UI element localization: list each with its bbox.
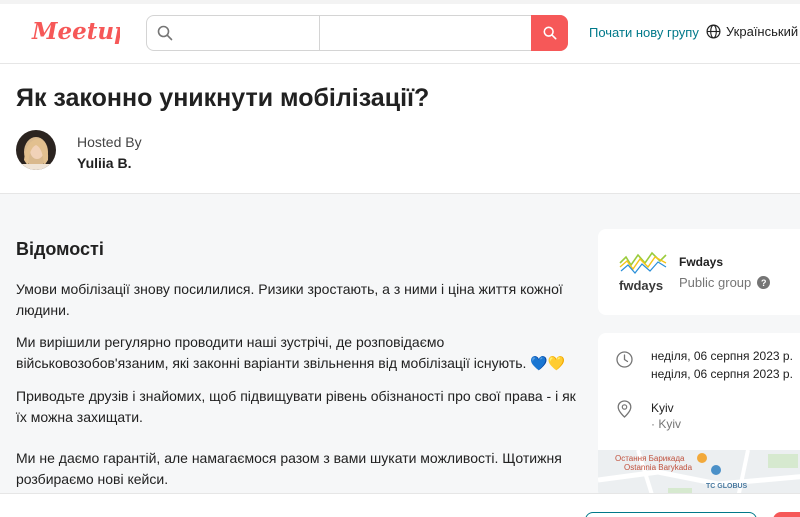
details-paragraph: Приводьте друзів і знайомих, щоб підвищу… [16,388,576,425]
host-photo [16,130,56,170]
start-new-group-link[interactable]: Почати нову групу [589,25,699,40]
map-label: Ostannia Barykada [624,463,693,472]
clock-icon [616,351,633,368]
search-icon [543,26,556,40]
top-navigation: Meetup Почати нову групу Український [0,0,800,64]
group-type: Public group ? [679,275,771,290]
host-avatar[interactable] [16,130,56,170]
meetup-logo[interactable]: Meetup [30,14,120,50]
language-label: Український [726,24,799,39]
host-name[interactable]: Yuliia B. [77,155,131,171]
event-info-card: неділя, 06 серпня 2023 р. неділя, 06 сер… [598,333,800,498]
group-type-label: Public group [679,275,752,290]
group-card[interactable]: fwdays Fwdays Public group ? [598,229,800,315]
help-icon[interactable]: ? [757,276,771,289]
globe-icon [706,24,721,39]
map-label: TC GLOBUS [706,483,748,490]
location-input[interactable] [323,16,529,50]
search-bar [146,15,568,51]
svg-text:fwdays: fwdays [619,278,663,293]
hosted-by-label: Hosted By [77,134,142,150]
details-paragraph: Умови мобілізації знову посилилися. Ризи… [16,281,563,318]
details-heading: Відомості [16,239,104,259]
location-sub: · Kyiv [651,417,681,431]
search-input[interactable] [185,16,319,50]
event-start-date: неділя, 06 серпня 2023 р. [651,349,793,363]
fwdays-logo: fwdays [619,251,667,293]
share-button[interactable] [585,512,757,517]
bottom-action-bar [0,493,800,517]
details-paragraph: Ми не даємо гарантій, але намагаємося ра… [16,450,562,487]
event-end-date: неділя, 06 серпня 2023 р. [651,367,793,381]
language-selector[interactable]: Український [706,24,798,39]
group-name[interactable]: Fwdays [679,255,723,269]
attend-button[interactable] [773,512,800,517]
map-label: Остання Барикада [615,454,685,463]
browser-edge [0,0,800,4]
location-pin-icon [617,400,632,418]
location-city: Kyiv [651,401,674,415]
search-button[interactable] [531,15,568,51]
event-title: Як законно уникнути мобілізації? [16,84,430,112]
search-divider [319,16,320,50]
details-paragraph: Ми вирішили регулярно проводити наші зус… [16,334,566,371]
svg-text:Meetup: Meetup [31,18,120,45]
location-map[interactable]: Остання Барикада Ostannia Barykada TC GL… [598,449,800,498]
search-icon [157,25,173,41]
